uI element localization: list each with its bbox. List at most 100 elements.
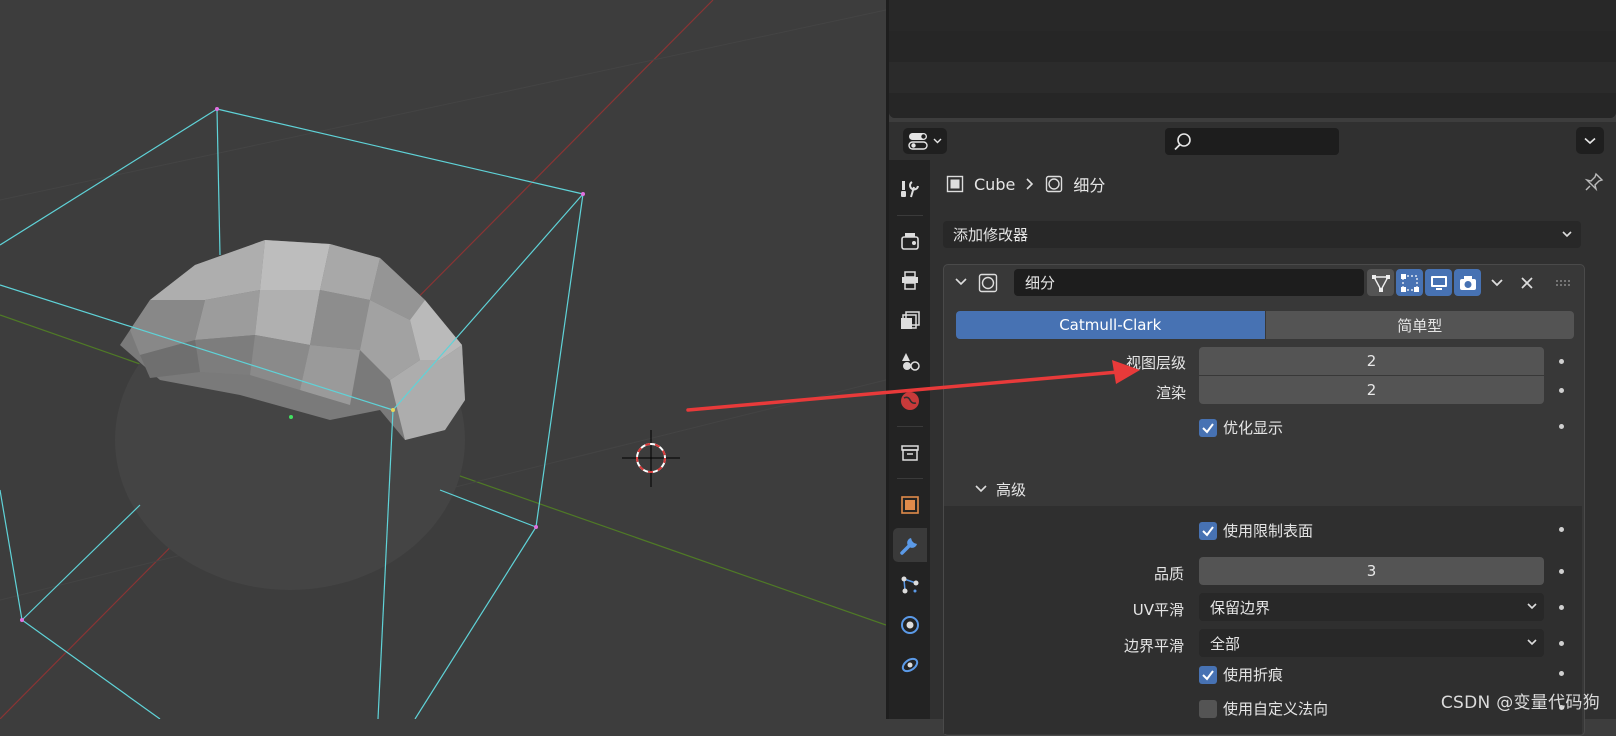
render-levels-label: 渲染	[1155, 384, 1186, 402]
viewport-levels-field[interactable]: 2	[1199, 347, 1544, 375]
editor-type-button[interactable]	[903, 128, 947, 154]
animate-dot[interactable]	[1559, 359, 1564, 364]
close-icon	[1520, 276, 1533, 289]
checkbox-checked[interactable]	[1199, 521, 1217, 540]
advanced-subpanel-header[interactable]: 高级	[944, 472, 1582, 506]
modifier-menu-dropdown[interactable]	[1483, 269, 1510, 296]
render-levels-field[interactable]: 2	[1199, 376, 1544, 404]
edit-mode-button[interactable]	[1396, 269, 1423, 296]
watermark: CSDN @变量代码狗	[1440, 693, 1600, 713]
chevron-right-icon	[1026, 178, 1034, 190]
properties-header	[889, 122, 1616, 160]
realtime-button[interactable]	[1425, 269, 1452, 296]
animate-dot[interactable]	[1559, 527, 1564, 532]
tab-view-layer[interactable]	[893, 304, 927, 338]
vertex-triangle-icon	[1371, 274, 1390, 292]
physics-icon	[901, 616, 919, 634]
drag-handle[interactable]	[1549, 269, 1576, 296]
remove-modifier-button[interactable]	[1513, 269, 1540, 296]
viewport-levels-label: 视图层级	[1125, 354, 1186, 372]
tab-world[interactable]	[893, 384, 927, 418]
animate-dot[interactable]	[1559, 569, 1564, 574]
advanced-label: 高级	[996, 480, 1027, 499]
outliner-row[interactable]	[889, 31, 1616, 62]
tab-particles[interactable]	[893, 568, 927, 602]
boundary-smooth-label: 边界平滑	[1123, 637, 1184, 655]
animate-dot[interactable]	[1559, 605, 1564, 610]
tool-icon	[901, 181, 919, 198]
outliner-row[interactable]	[889, 93, 1616, 118]
options-dropdown[interactable]	[1576, 127, 1604, 154]
use-creases-label: 使用折痕	[1223, 666, 1284, 684]
breadcrumb-modifier: 细分	[1073, 176, 1106, 195]
chevron-down-icon	[933, 138, 942, 144]
pin-icon[interactable]	[1584, 172, 1604, 196]
outliner[interactable]	[889, 0, 1616, 118]
render-icon	[901, 233, 919, 250]
modifier-name-input[interactable]: 细分	[1014, 269, 1364, 296]
tab-scene[interactable]	[893, 344, 927, 378]
modifier-properties: Cube 细分 添加修改器 细分 Catmull-Clark 简单型 视图层级 …	[930, 160, 1616, 736]
use-limit-surface-checkbox[interactable]: 使用限制表面	[1199, 520, 1313, 541]
particles-icon	[901, 576, 919, 594]
tab-modifier[interactable]	[893, 528, 927, 562]
checkbox-unchecked[interactable]	[1199, 699, 1217, 718]
tab-output[interactable]	[893, 264, 927, 298]
boundary-smooth-select[interactable]: 全部	[1199, 629, 1544, 657]
render-toggle-button[interactable]	[1454, 269, 1481, 296]
edit-cage-button[interactable]	[1367, 269, 1394, 296]
drag-grip-icon	[1555, 279, 1570, 286]
collection-icon	[901, 445, 919, 461]
modifier-header: 细分	[944, 265, 1584, 303]
outliner-row[interactable]	[889, 0, 1616, 31]
properties-editor: Cube 细分 添加修改器 细分 Catmull-Clark 简单型 视图层级 …	[889, 122, 1616, 736]
subdivision-modifier-icon	[978, 273, 998, 293]
animate-dot[interactable]	[1559, 641, 1564, 646]
optimal-display-label: 优化显示	[1223, 419, 1284, 437]
3d-cursor-icon[interactable]	[622, 430, 680, 487]
property-search-input[interactable]	[1165, 128, 1339, 155]
output-icon	[902, 271, 918, 290]
properties-editor-icon	[908, 133, 928, 150]
object-icon	[901, 496, 919, 514]
tab-object[interactable]	[893, 488, 927, 522]
tab-collection[interactable]	[893, 436, 927, 470]
tab-physics[interactable]	[893, 608, 927, 642]
modifier-icon	[900, 538, 917, 555]
tab-tool[interactable]	[893, 172, 927, 206]
checkbox-checked[interactable]	[1199, 418, 1217, 437]
viewport-canvas	[0, 0, 886, 719]
world-icon	[901, 392, 919, 410]
use-creases-checkbox[interactable]: 使用折痕	[1199, 664, 1283, 685]
uv-smooth-select[interactable]: 保留边界	[1199, 593, 1544, 621]
camera-icon	[1459, 275, 1476, 290]
collapse-chevron-icon[interactable]	[954, 277, 968, 287]
checkmark-icon	[1202, 525, 1214, 537]
subdivision-type-selector: Catmull-Clark 简单型	[956, 311, 1574, 339]
checkmark-icon	[1202, 422, 1214, 434]
tab-constraints[interactable]	[893, 648, 927, 682]
uv-smooth-label: UV平滑	[1132, 601, 1184, 619]
breadcrumb: Cube 细分	[946, 172, 1105, 196]
outliner-row[interactable]	[889, 62, 1616, 93]
animate-dot[interactable]	[1559, 388, 1564, 393]
checkbox-checked[interactable]	[1199, 665, 1217, 684]
animate-dot[interactable]	[1559, 424, 1564, 429]
use-custom-normals-label: 使用自定义法向	[1223, 700, 1329, 718]
optimal-display-checkbox[interactable]: 优化显示	[1199, 417, 1283, 438]
add-modifier-dropdown[interactable]: 添加修改器	[943, 221, 1581, 248]
breadcrumb-object: Cube	[974, 174, 1016, 194]
quality-label: 品质	[1153, 565, 1184, 583]
quality-field[interactable]: 3	[1199, 557, 1544, 585]
collapse-chevron-icon	[975, 485, 987, 493]
simple-option[interactable]: 简单型	[1265, 311, 1574, 339]
catmull-clark-option[interactable]: Catmull-Clark	[956, 311, 1265, 339]
scene-icon	[902, 353, 920, 371]
use-custom-normals-checkbox[interactable]: 使用自定义法向	[1199, 698, 1328, 719]
chevron-down-icon	[1527, 639, 1537, 646]
add-modifier-label: 添加修改器	[953, 226, 1029, 244]
tab-render[interactable]	[893, 224, 927, 258]
subdivision-modifier-panel: 细分 Catmull-Clark 简单型 视图层级 2 渲染 2 优化显示 高级…	[943, 264, 1585, 736]
3d-viewport[interactable]	[0, 0, 886, 719]
animate-dot[interactable]	[1559, 671, 1564, 676]
